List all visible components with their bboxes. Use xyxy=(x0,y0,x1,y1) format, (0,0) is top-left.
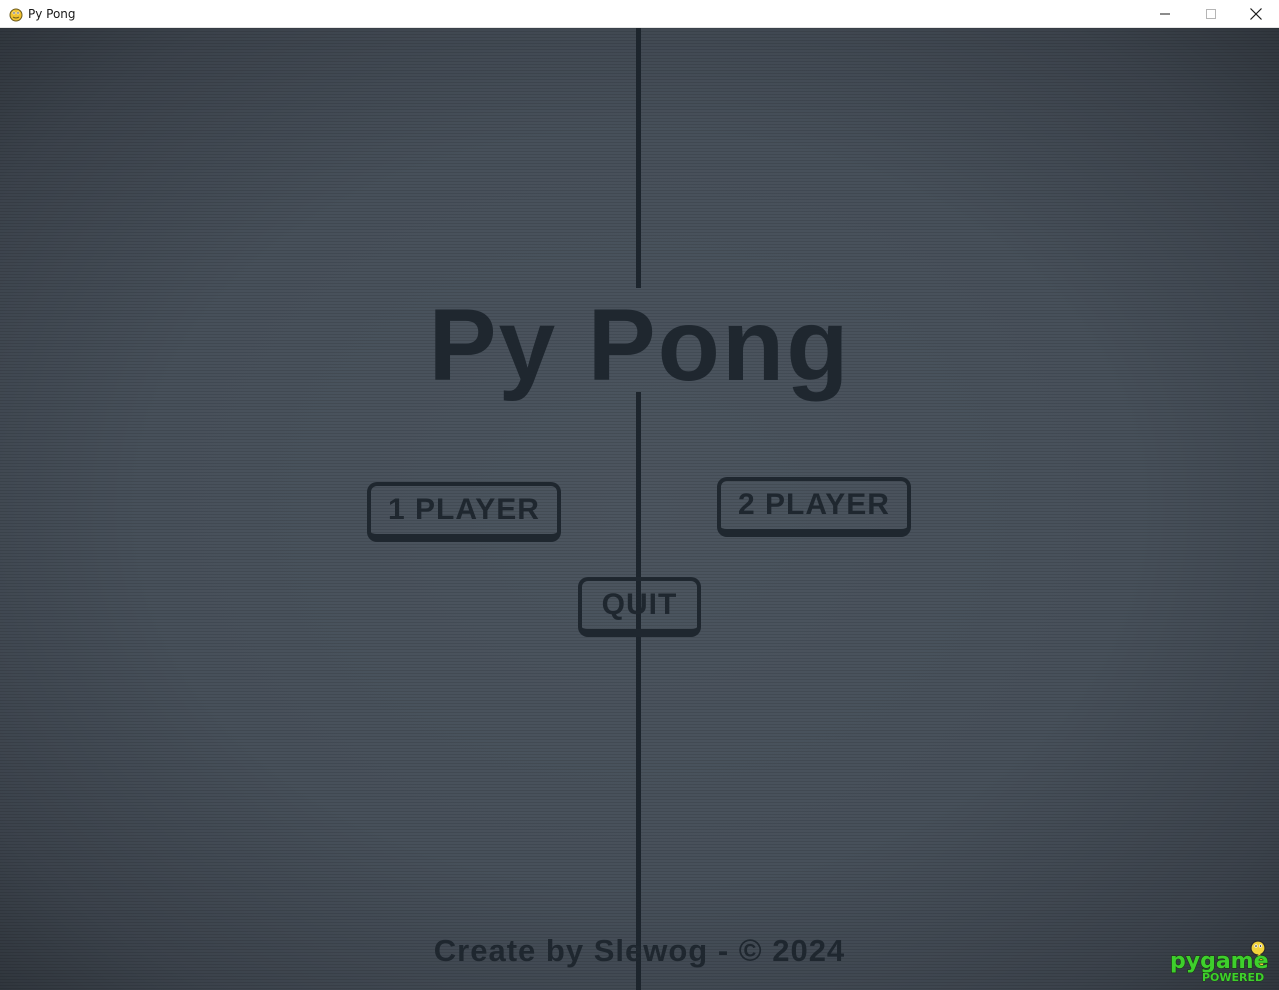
one-player-button[interactable]: 1 PLAYER xyxy=(367,482,561,542)
maximize-button[interactable] xyxy=(1188,0,1234,28)
two-player-button[interactable]: 2 PLAYER xyxy=(717,477,911,537)
quit-button[interactable]: QUIT xyxy=(578,577,701,637)
close-button[interactable] xyxy=(1233,0,1279,28)
game-canvas[interactable]: Py Pong 1 PLAYER 2 PLAYER QUIT Create by… xyxy=(0,28,1279,990)
maximize-icon xyxy=(1206,9,1216,19)
title-bar[interactable]: Py Pong xyxy=(0,0,1279,28)
close-icon xyxy=(1250,8,1262,20)
pygame-window: Py Pong Py Pong 1 PLAYER 2 PLAYER QUIT C… xyxy=(0,0,1279,990)
pygame-snake-icon xyxy=(9,8,23,22)
center-line-top xyxy=(636,28,641,288)
center-line-bottom xyxy=(636,392,641,990)
credits-footer: Create by Slewog - © 2024 xyxy=(433,933,846,968)
pygame-powered-logo: pygame POWERED xyxy=(1169,940,1269,984)
minimize-button[interactable] xyxy=(1142,0,1188,28)
game-title: Py Pong xyxy=(428,288,851,402)
window-title: Py Pong xyxy=(28,7,76,21)
pygame-logo-powered: POWERED xyxy=(1202,971,1264,984)
minimize-icon xyxy=(1160,13,1170,15)
